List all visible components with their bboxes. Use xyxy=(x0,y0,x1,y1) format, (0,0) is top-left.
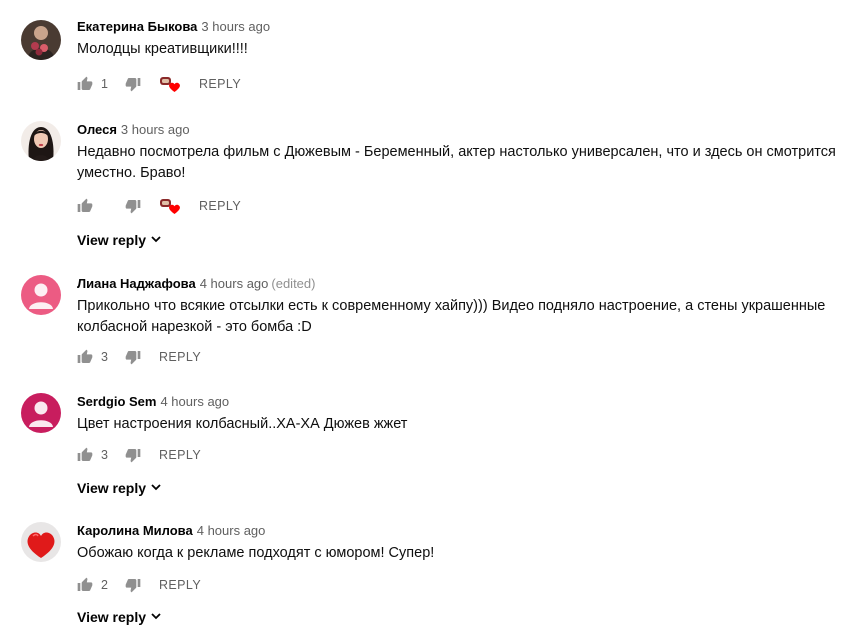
reply-button[interactable]: REPLY xyxy=(199,77,241,91)
chevron-down-icon xyxy=(150,480,162,496)
avatar[interactable] xyxy=(21,121,61,161)
view-reply-label: View reply xyxy=(77,480,147,496)
reply-button[interactable]: REPLY xyxy=(199,199,241,213)
chevron-down-icon xyxy=(150,609,162,625)
view-reply-button[interactable]: View reply xyxy=(77,232,162,248)
like-count: 3 xyxy=(101,448,108,462)
like-count: 3 xyxy=(101,350,108,364)
comment-header: Каролина Милова 4 hours ago xyxy=(77,522,838,540)
author-name[interactable]: Олеся xyxy=(77,122,117,137)
avatar[interactable] xyxy=(21,275,61,315)
thumbs-up-icon[interactable] xyxy=(77,349,93,365)
comment-actions: 3 REPLY xyxy=(77,444,201,466)
comment-timestamp[interactable]: 4 hours ago xyxy=(197,523,266,538)
thumbs-down-icon[interactable] xyxy=(125,198,141,214)
comment-header: Екатерина Быкова 3 hours ago xyxy=(77,18,838,36)
comment-actions: REPLY xyxy=(77,195,241,217)
thumbs-down-icon[interactable] xyxy=(125,577,141,593)
comment-actions: 1 REPLY xyxy=(77,73,241,95)
comment-text: Молодцы креативщики!!!! xyxy=(77,41,248,57)
like-count: 1 xyxy=(101,77,108,91)
comment-text: Цвет настроения колбасный..ХА-ХА Дюжев ж… xyxy=(77,416,408,432)
comment-timestamp[interactable]: 3 hours ago xyxy=(201,19,270,34)
thumbs-up-icon[interactable] xyxy=(77,447,93,463)
view-reply-button[interactable]: View reply xyxy=(77,480,162,496)
author-name[interactable]: Serdgio Sem xyxy=(77,394,156,409)
avatar[interactable] xyxy=(21,522,61,562)
thumbs-down-icon[interactable] xyxy=(125,447,141,463)
author-name[interactable]: Каролина Милова xyxy=(77,523,193,538)
view-reply-label: View reply xyxy=(77,232,147,248)
thumbs-up-icon[interactable] xyxy=(77,198,93,214)
reply-button[interactable]: REPLY xyxy=(159,350,201,364)
comment-header: Лиана Наджафова 4 hours ago (edited) xyxy=(77,275,838,293)
comment-text: Обожаю когда к рекламе подходят с юмором… xyxy=(77,545,435,561)
like-count: 2 xyxy=(101,578,108,592)
avatar[interactable] xyxy=(21,393,61,433)
author-name[interactable]: Екатерина Быкова xyxy=(77,19,197,34)
comment-text: Прикольно что всякие отсылки есть к совр… xyxy=(77,298,826,335)
comment-header: Олеся 3 hours ago xyxy=(77,121,838,139)
thumbs-down-icon[interactable] xyxy=(125,76,141,92)
comment-timestamp[interactable]: 4 hours ago xyxy=(160,394,229,409)
creator-heart-icon xyxy=(159,75,181,93)
chevron-down-icon xyxy=(150,232,162,248)
comment-actions: 3 REPLY xyxy=(77,346,201,368)
reply-button[interactable]: REPLY xyxy=(159,578,201,592)
comment-header: Serdgio Sem 4 hours ago xyxy=(77,393,838,411)
edited-label: (edited) xyxy=(271,276,316,291)
avatar[interactable] xyxy=(21,20,61,60)
view-reply-label: View reply xyxy=(77,609,147,625)
comment-timestamp[interactable]: 4 hours ago xyxy=(200,276,269,291)
thumbs-up-icon[interactable] xyxy=(77,577,93,593)
comment-actions: 2 REPLY xyxy=(77,574,201,596)
comment-timestamp[interactable]: 3 hours ago xyxy=(121,122,190,137)
view-reply-button[interactable]: View reply xyxy=(77,609,162,625)
reply-button[interactable]: REPLY xyxy=(159,448,201,462)
thumbs-up-icon[interactable] xyxy=(77,76,93,92)
thumbs-down-icon[interactable] xyxy=(125,349,141,365)
author-name[interactable]: Лиана Наджафова xyxy=(77,276,196,291)
comment-text: Недавно посмотрела фильм с Дюжевым - Бер… xyxy=(77,144,836,181)
creator-heart-icon xyxy=(159,197,181,215)
